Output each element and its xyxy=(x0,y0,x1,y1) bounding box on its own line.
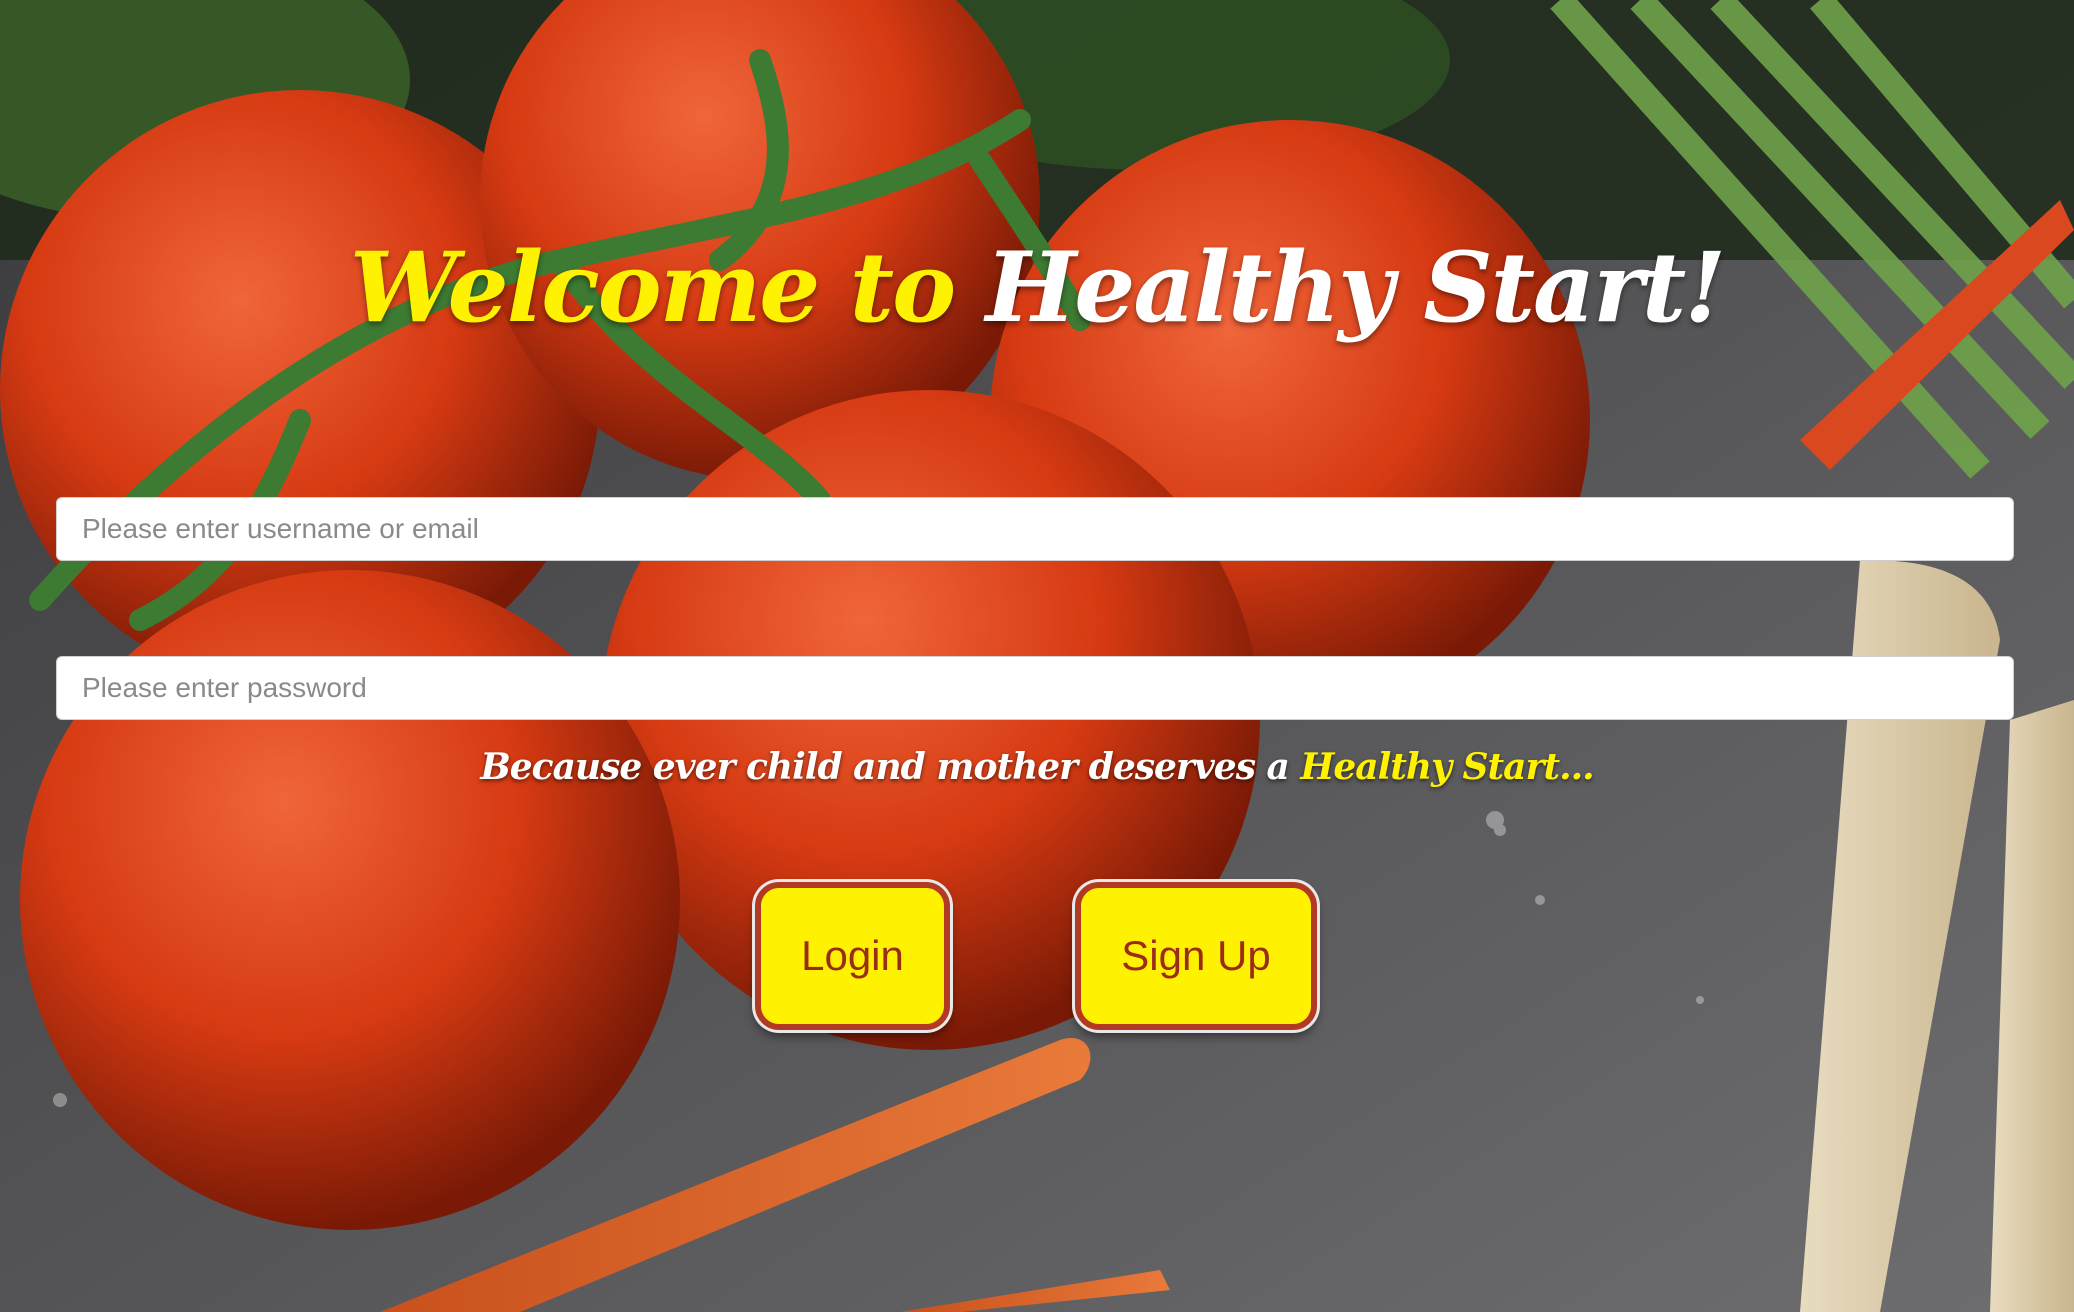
tagline: Because ever child and mother deserves a… xyxy=(0,746,2074,788)
password-input[interactable] xyxy=(56,656,2014,720)
title-welcome-text: Welcome to xyxy=(349,231,986,344)
tagline-text: Because ever child and mother deserves a xyxy=(480,746,1301,788)
title-brand-text: Healthy Start! xyxy=(985,231,1727,344)
page-title: Welcome to Healthy Start! xyxy=(0,230,2074,345)
login-button[interactable]: Login xyxy=(755,882,950,1030)
sign-up-button[interactable]: Sign Up xyxy=(1075,882,1317,1030)
username-input[interactable] xyxy=(56,497,2014,561)
login-page: Welcome to Healthy Start! Because ever c… xyxy=(0,0,2074,1312)
tagline-highlight: Healthy Start... xyxy=(1300,746,1594,788)
